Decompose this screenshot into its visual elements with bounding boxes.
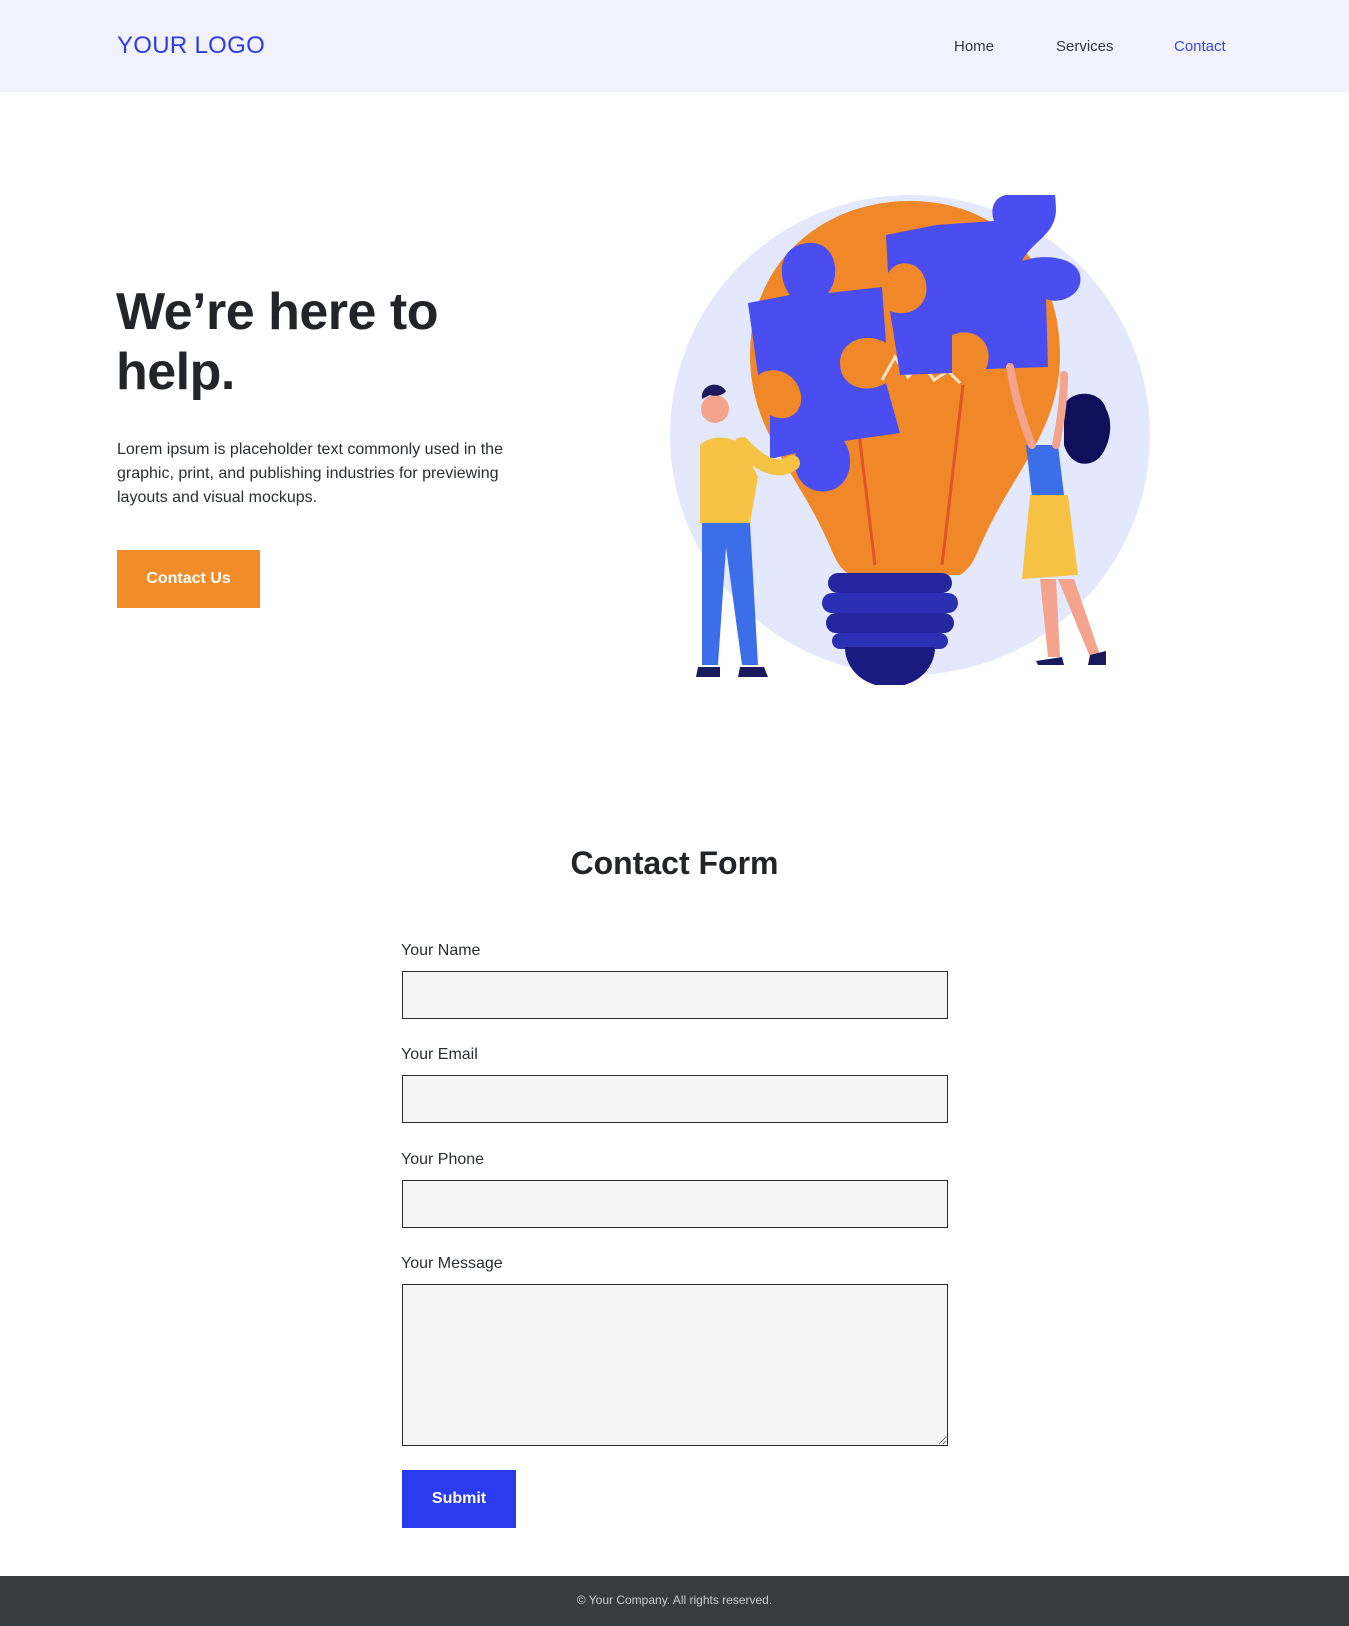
name-label: Your Name (401, 942, 481, 959)
contact-form-title: Contact Form (570, 845, 779, 881)
copyright-text: © Your Company. All rights reserved. (576, 1593, 773, 1607)
message-label: Your Message (401, 1255, 503, 1272)
hero-title: We’re here to help. (116, 283, 438, 401)
message-field[interactable] (402, 1284, 948, 1446)
name-field[interactable] (402, 971, 948, 1019)
nav-contact[interactable]: Contact (1174, 38, 1226, 55)
nav-home[interactable]: Home (954, 38, 994, 55)
email-field[interactable] (402, 1075, 948, 1123)
nav-services[interactable]: Services (1056, 38, 1114, 55)
lightbulb-puzzle-illustration (670, 195, 1150, 685)
site-header: YOUR LOGO Home Services Contact (0, 0, 1349, 92)
email-label: Your Email (401, 1046, 478, 1063)
phone-label: Your Phone (401, 1151, 485, 1168)
submit-button[interactable]: Submit (402, 1470, 516, 1528)
phone-field[interactable] (402, 1180, 948, 1228)
contact-us-button[interactable]: Contact Us (117, 550, 260, 608)
hero-description: Lorem ipsum is placeholder text commonly… (117, 441, 503, 506)
logo[interactable]: YOUR LOGO (117, 32, 265, 60)
site-footer: © Your Company. All rights reserved. (0, 1576, 1349, 1626)
